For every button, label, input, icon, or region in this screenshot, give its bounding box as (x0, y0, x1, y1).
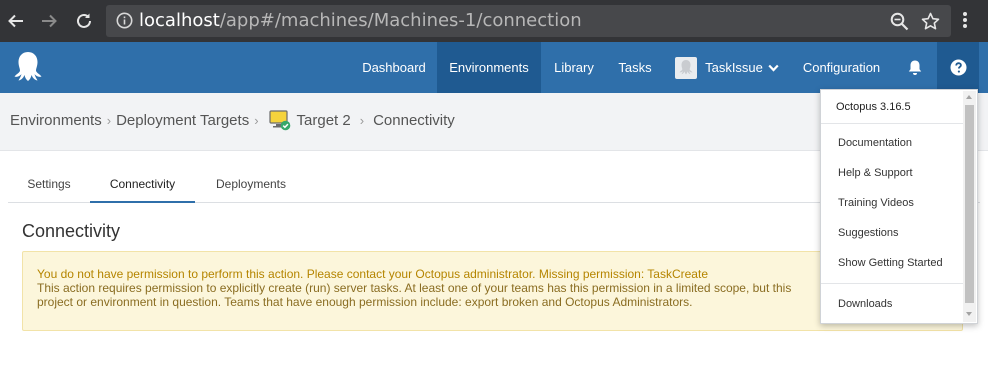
tab-deployments[interactable]: Deployments (201, 166, 301, 202)
menu-divider (821, 283, 964, 284)
breadcrumb-environments[interactable]: Environments (10, 112, 102, 129)
breadcrumb-deployment-targets[interactable]: Deployment Targets (116, 112, 249, 129)
warning-detail: This action requires permission to expli… (37, 281, 792, 295)
menu-item-downloads[interactable]: Downloads (838, 298, 892, 310)
browser-toolbar: localhost/app#/machines/Machines-1/conne… (0, 0, 988, 42)
menu-item-suggestions[interactable]: Suggestions (838, 227, 899, 239)
app-header: Dashboard Environments Library Tasks Tas… (0, 42, 988, 93)
back-icon[interactable] (3, 8, 29, 34)
breadcrumb-target[interactable]: Target 2 (297, 112, 351, 129)
tab-connectivity[interactable]: Connectivity (90, 166, 195, 203)
user-name: TaskIssue (705, 60, 763, 75)
breadcrumb-separator-icon: › (106, 112, 112, 128)
version-label: Octopus 3.16.5 (836, 101, 911, 113)
bell-icon[interactable] (900, 42, 930, 93)
scroll-up-icon[interactable] (966, 95, 972, 99)
info-icon[interactable] (116, 12, 133, 34)
nav-library[interactable]: Library (544, 42, 604, 93)
nav-dashboard[interactable]: Dashboard (352, 42, 436, 93)
menu-item-show-getting-started[interactable]: Show Getting Started (838, 257, 943, 269)
user-menu[interactable]: TaskIssue (672, 42, 782, 93)
menu-scrollbar[interactable] (963, 91, 976, 322)
nav-tasks[interactable]: Tasks (610, 42, 660, 93)
chevron-down-icon (768, 64, 779, 72)
menu-divider (821, 123, 964, 124)
warning-detail: project or environment in question. Team… (37, 295, 693, 309)
bookmark-star-icon[interactable] (921, 12, 940, 36)
menu-item-documentation[interactable]: Documentation (838, 137, 912, 149)
help-menu: Octopus 3.16.5 Documentation Help & Supp… (820, 89, 978, 324)
menu-item-training-videos[interactable]: Training Videos (838, 197, 914, 209)
nav-configuration[interactable]: Configuration (793, 42, 890, 93)
octopus-logo-icon[interactable] (12, 50, 44, 87)
help-button[interactable] (937, 42, 979, 93)
breadcrumb-separator-icon: › (254, 112, 259, 128)
reload-icon[interactable] (71, 8, 97, 34)
help-icon (950, 59, 967, 76)
target-status-icon (268, 109, 291, 131)
avatar (675, 56, 698, 79)
url-text: localhost/app#/machines/Machines-1/conne… (139, 11, 582, 31)
tab-settings[interactable]: Settings (14, 166, 84, 202)
forward-icon[interactable] (36, 8, 62, 34)
breadcrumb-current: Connectivity (373, 111, 455, 129)
warning-message: You do not have permission to perform th… (37, 267, 708, 281)
url-host: localhost (139, 10, 220, 31)
page-title: Connectivity (22, 221, 121, 241)
zoom-icon[interactable] (890, 12, 909, 36)
menu-item-help-support[interactable]: Help & Support (838, 167, 913, 179)
url-path: /app#/machines/Machines-1/connection (219, 10, 582, 31)
breadcrumb-separator-icon: › (359, 112, 365, 128)
browser-menu-icon[interactable] (962, 11, 968, 34)
address-bar[interactable]: localhost/app#/machines/Machines-1/conne… (106, 5, 951, 37)
scrollbar-thumb[interactable] (965, 105, 974, 303)
breadcrumb: Environments › Deployment Targets › Targ… (10, 109, 455, 131)
nav-environments[interactable]: Environments (437, 42, 541, 93)
scroll-down-icon[interactable] (966, 312, 972, 316)
